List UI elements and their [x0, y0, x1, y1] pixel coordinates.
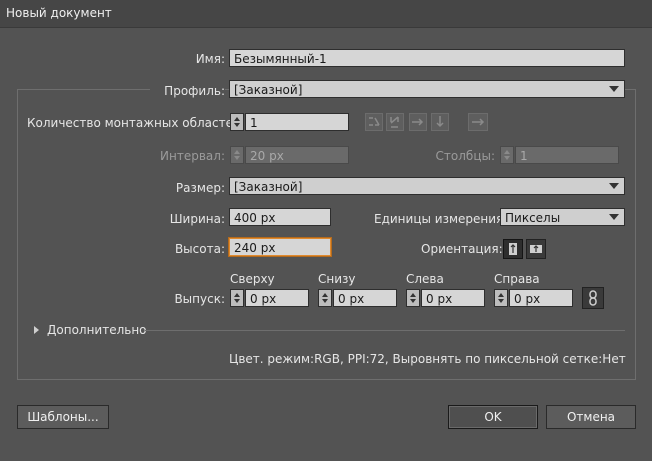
bleed-right-input[interactable]: 0 px [509, 289, 573, 307]
spin-up-icon [498, 293, 504, 297]
templates-button[interactable]: Шаблоны... [17, 405, 109, 429]
advanced-toggle[interactable]: Дополнительно [47, 323, 147, 337]
spin-down-icon [234, 123, 240, 127]
arrange-column-icon [436, 116, 444, 128]
spacing-input[interactable]: 20 px [245, 146, 349, 164]
spin-up-icon [322, 293, 328, 297]
name-input[interactable]: Безымянный-1 [229, 49, 625, 67]
arrange-row-icon [412, 118, 424, 126]
bleed-label: Выпуск: [174, 292, 225, 306]
height-label: Высота: [174, 242, 225, 256]
arrow-right-icon [472, 118, 485, 126]
layout-grid-by-row-button[interactable] [365, 113, 383, 131]
cancel-button[interactable]: Отмена [546, 405, 636, 429]
bleed-top-label: Сверху [230, 272, 275, 286]
bleed-top-input[interactable]: 0 px [245, 289, 309, 307]
landscape-orientation-button[interactable] [526, 239, 546, 259]
bleed-bottom-stepper[interactable] [318, 289, 332, 307]
spacing-stepper[interactable] [230, 146, 244, 164]
units-label: Единицы измерения: [374, 212, 508, 226]
artboards-stepper[interactable] [230, 113, 244, 131]
bleed-top-stepper[interactable] [230, 289, 244, 307]
ok-button[interactable]: OK [448, 405, 538, 429]
profile-select-value: [Заказной] [234, 83, 303, 97]
width-input[interactable]: 400 px [229, 208, 331, 226]
spin-down-icon [322, 299, 328, 303]
columns-input[interactable]: 1 [515, 146, 619, 164]
bleed-right-stepper[interactable] [494, 289, 508, 307]
size-label: Размер: [175, 181, 225, 195]
bleed-right-label: Справа [494, 272, 540, 286]
size-select[interactable]: [Заказной] [229, 177, 625, 195]
artboards-label: Количество монтажных областей: [27, 116, 245, 130]
portrait-icon [509, 243, 517, 255]
spin-down-icon [234, 156, 240, 160]
title-bar: Новый документ [0, 0, 652, 28]
advanced-divider [145, 330, 625, 331]
grid-by-column-icon [390, 116, 399, 128]
spin-down-icon [504, 156, 510, 160]
spin-down-icon [498, 299, 504, 303]
chain-link-icon [589, 290, 597, 306]
chevron-down-icon [609, 86, 619, 92]
bleed-left-label: Слева [406, 272, 444, 286]
bleed-left-input[interactable]: 0 px [421, 289, 485, 307]
bleed-left-stepper[interactable] [406, 289, 420, 307]
spin-up-icon [234, 293, 240, 297]
layout-grid-by-column-button[interactable] [386, 113, 404, 131]
spin-up-icon [234, 150, 240, 154]
width-label: Ширина: [169, 212, 225, 226]
orientation-label: Ориентация: [421, 242, 503, 256]
link-bleed-button[interactable] [582, 287, 604, 309]
spacing-label: Интервал: [160, 149, 225, 163]
spin-up-icon [504, 150, 510, 154]
grid-by-row-icon [369, 117, 380, 126]
expand-triangle-icon[interactable] [34, 326, 39, 334]
spin-up-icon [410, 293, 416, 297]
chevron-down-icon [609, 183, 619, 189]
units-select-value: Пикселы [505, 211, 561, 225]
window-title: Новый документ [6, 6, 112, 20]
profile-label: Профиль: [150, 84, 225, 98]
document-summary: Цвет. режим:RGB, PPI:72, Выровнять по пи… [229, 352, 626, 366]
spin-down-icon [234, 299, 240, 303]
columns-stepper[interactable] [500, 146, 514, 164]
bleed-bottom-input[interactable]: 0 px [333, 289, 397, 307]
layout-column-button[interactable] [431, 113, 449, 131]
portrait-orientation-button[interactable] [503, 239, 523, 259]
units-select[interactable]: Пикселы [500, 208, 625, 226]
chevron-down-icon [609, 214, 619, 220]
profile-select[interactable]: [Заказной] [229, 80, 625, 98]
name-label: Имя: [195, 52, 225, 66]
height-input[interactable]: 240 px [229, 238, 331, 256]
artboards-input[interactable]: 1 [245, 113, 349, 131]
landscape-icon [530, 245, 542, 253]
size-select-value: [Заказной] [234, 180, 303, 194]
layout-row-button[interactable] [409, 113, 427, 131]
columns-label: Столбцы: [435, 149, 495, 163]
spin-up-icon [234, 117, 240, 121]
layout-rtl-button[interactable] [468, 113, 488, 131]
spin-down-icon [410, 299, 416, 303]
bleed-bottom-label: Снизу [318, 272, 356, 286]
